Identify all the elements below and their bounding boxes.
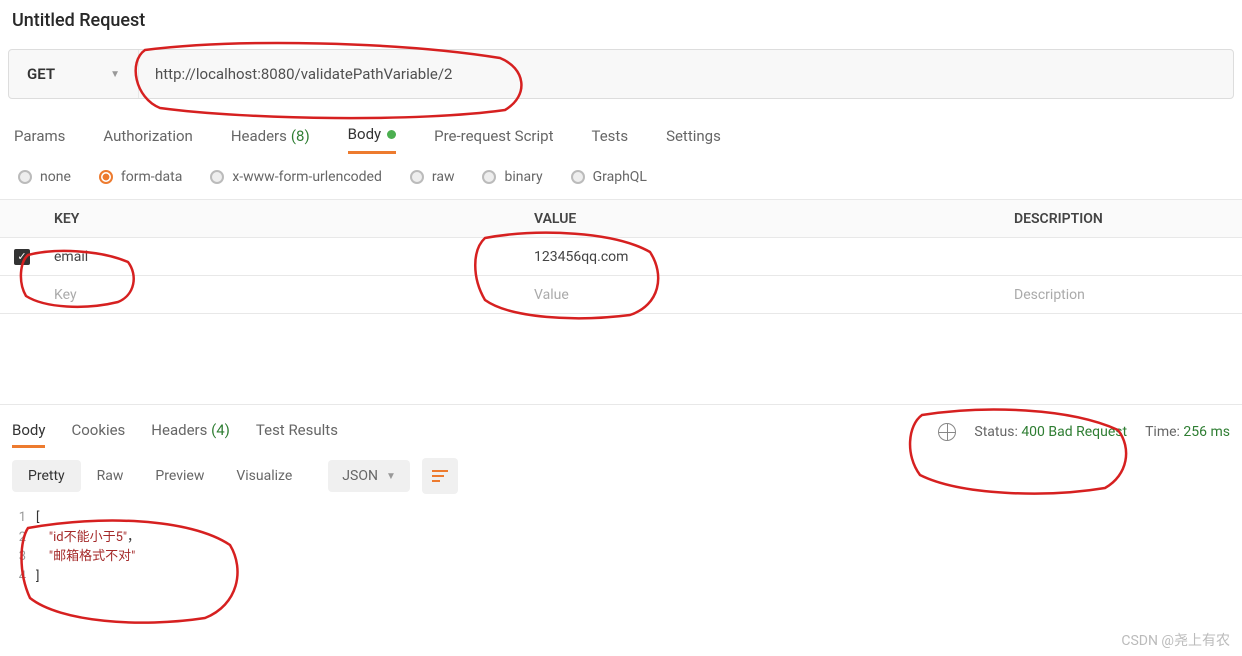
chevron-down-icon: ▼: [386, 471, 396, 482]
response-tab-body[interactable]: Body: [12, 415, 45, 448]
response-meta: Status: 400 Bad Request Time: 256 ms: [938, 423, 1230, 441]
globe-icon[interactable]: [938, 423, 956, 441]
table-row: ✓ email 123456qq.com: [0, 238, 1242, 276]
line-number: 1: [8, 508, 36, 528]
view-raw-button[interactable]: Raw: [81, 460, 140, 492]
view-mode-row: Pretty Raw Preview Visualize JSON ▼: [0, 448, 1242, 504]
response-header: Body Cookies Headers (4) Test Results St…: [0, 404, 1242, 448]
tab-headers-label: Headers: [231, 127, 287, 145]
request-bar: GET ▼: [8, 49, 1234, 99]
tab-authorization[interactable]: Authorization: [103, 117, 192, 154]
status-label: Status:: [974, 424, 1017, 440]
table-row-empty: Key Value Description: [0, 276, 1242, 314]
view-visualize-button[interactable]: Visualize: [220, 460, 308, 492]
line-number: 2: [8, 528, 36, 548]
watermark: CSDN @尧上有农: [1121, 630, 1230, 650]
response-tab-cookies[interactable]: Cookies: [71, 415, 125, 448]
method-label: GET: [27, 65, 55, 83]
time-label: Time:: [1145, 424, 1180, 440]
request-tabs: Params Authorization Headers (8) Body Pr…: [0, 107, 1242, 155]
status-value: 400 Bad Request: [1021, 424, 1127, 440]
headers-count: (8): [291, 127, 310, 145]
response-tab-test-results[interactable]: Test Results: [256, 415, 338, 448]
description-placeholder[interactable]: Description: [1004, 287, 1242, 303]
wrap-lines-button[interactable]: [422, 458, 458, 494]
tab-headers[interactable]: Headers (8): [231, 117, 310, 154]
description-header: DESCRIPTION: [1004, 211, 1242, 227]
radio-raw[interactable]: raw: [410, 169, 455, 185]
key-header: KEY: [44, 211, 524, 227]
value-placeholder[interactable]: Value: [524, 287, 1004, 303]
radio-urlencoded[interactable]: x-www-form-urlencoded: [210, 169, 382, 185]
value-header: VALUE: [524, 211, 1004, 227]
radio-none[interactable]: none: [18, 169, 71, 185]
tab-body[interactable]: Body: [348, 117, 396, 154]
response-body[interactable]: 1[ 2 "id不能小于5"， 3 "邮箱格式不对" 4]: [0, 504, 1242, 590]
radio-icon: [482, 170, 496, 184]
body-indicator-dot: [387, 130, 396, 139]
tab-prerequest[interactable]: Pre-request Script: [434, 117, 553, 154]
view-preview-button[interactable]: Preview: [139, 460, 220, 492]
radio-icon: [18, 170, 32, 184]
view-pretty-button[interactable]: Pretty: [12, 460, 81, 492]
tab-body-label: Body: [348, 125, 381, 143]
request-title: Untitled Request: [0, 0, 1242, 41]
radio-binary[interactable]: binary: [482, 169, 542, 185]
body-type-selector: none form-data x-www-form-urlencoded raw…: [0, 155, 1242, 199]
line-number: 3: [8, 547, 36, 567]
radio-icon: [99, 170, 113, 184]
format-dropdown[interactable]: JSON ▼: [328, 460, 410, 492]
chevron-down-icon: ▼: [110, 69, 120, 80]
table-header: KEY VALUE DESCRIPTION: [0, 200, 1242, 238]
url-input[interactable]: [139, 65, 1233, 83]
radio-graphql[interactable]: GraphQL: [571, 169, 647, 185]
radio-form-data[interactable]: form-data: [99, 169, 182, 185]
radio-icon: [571, 170, 585, 184]
method-dropdown[interactable]: GET ▼: [9, 50, 139, 98]
tab-tests[interactable]: Tests: [591, 117, 628, 154]
response-tab-headers[interactable]: Headers (4): [151, 415, 230, 448]
radio-icon: [210, 170, 224, 184]
time-value: 256 ms: [1183, 424, 1230, 440]
line-number: 4: [8, 567, 36, 587]
key-placeholder[interactable]: Key: [44, 287, 524, 303]
tab-params[interactable]: Params: [14, 117, 65, 154]
checkbox-checked-icon[interactable]: ✓: [14, 249, 30, 265]
radio-icon: [410, 170, 424, 184]
key-cell[interactable]: email: [44, 249, 524, 265]
response-tabs: Body Cookies Headers (4) Test Results: [12, 415, 338, 448]
tab-settings[interactable]: Settings: [666, 117, 721, 154]
form-data-table: KEY VALUE DESCRIPTION ✓ email 123456qq.c…: [0, 199, 1242, 314]
value-cell[interactable]: 123456qq.com: [524, 249, 1004, 265]
